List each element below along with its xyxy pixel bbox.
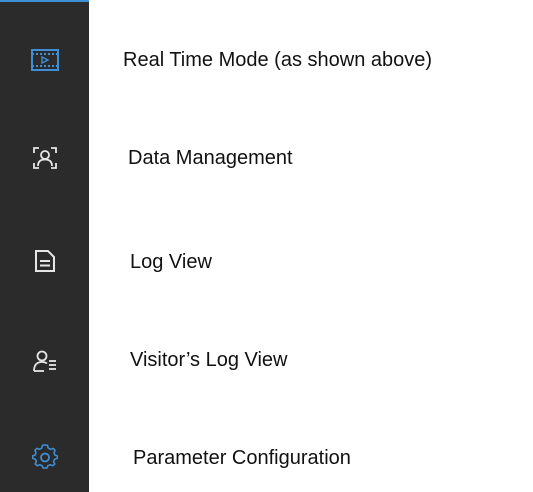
sidebar-item-log-view[interactable] — [30, 246, 60, 276]
user-list-icon — [33, 350, 56, 372]
page: Real Time Mode (as shown above) Data Man… — [0, 0, 533, 492]
sidebar — [0, 0, 89, 492]
gear-icon — [32, 444, 58, 469]
user-scan-icon — [33, 147, 57, 169]
log-view-description: Log View — [130, 251, 212, 273]
sidebar-item-visitors-log-view[interactable] — [30, 346, 60, 376]
sidebar-item-parameter-configuration[interactable] — [30, 442, 60, 472]
sidebar-item-real-time-mode[interactable] — [30, 45, 60, 75]
visitors-log-view-description: Visitor’s Log View — [130, 349, 288, 371]
sidebar-item-data-management[interactable] — [30, 143, 60, 173]
document-icon — [35, 250, 55, 272]
film-play-icon — [31, 49, 59, 71]
real-time-mode-description: Real Time Mode (as shown above) — [123, 49, 433, 71]
data-management-description: Data Management — [128, 147, 293, 169]
sidebar-top-accent — [0, 0, 89, 2]
parameter-configuration-description: Parameter Configuration — [133, 447, 351, 469]
